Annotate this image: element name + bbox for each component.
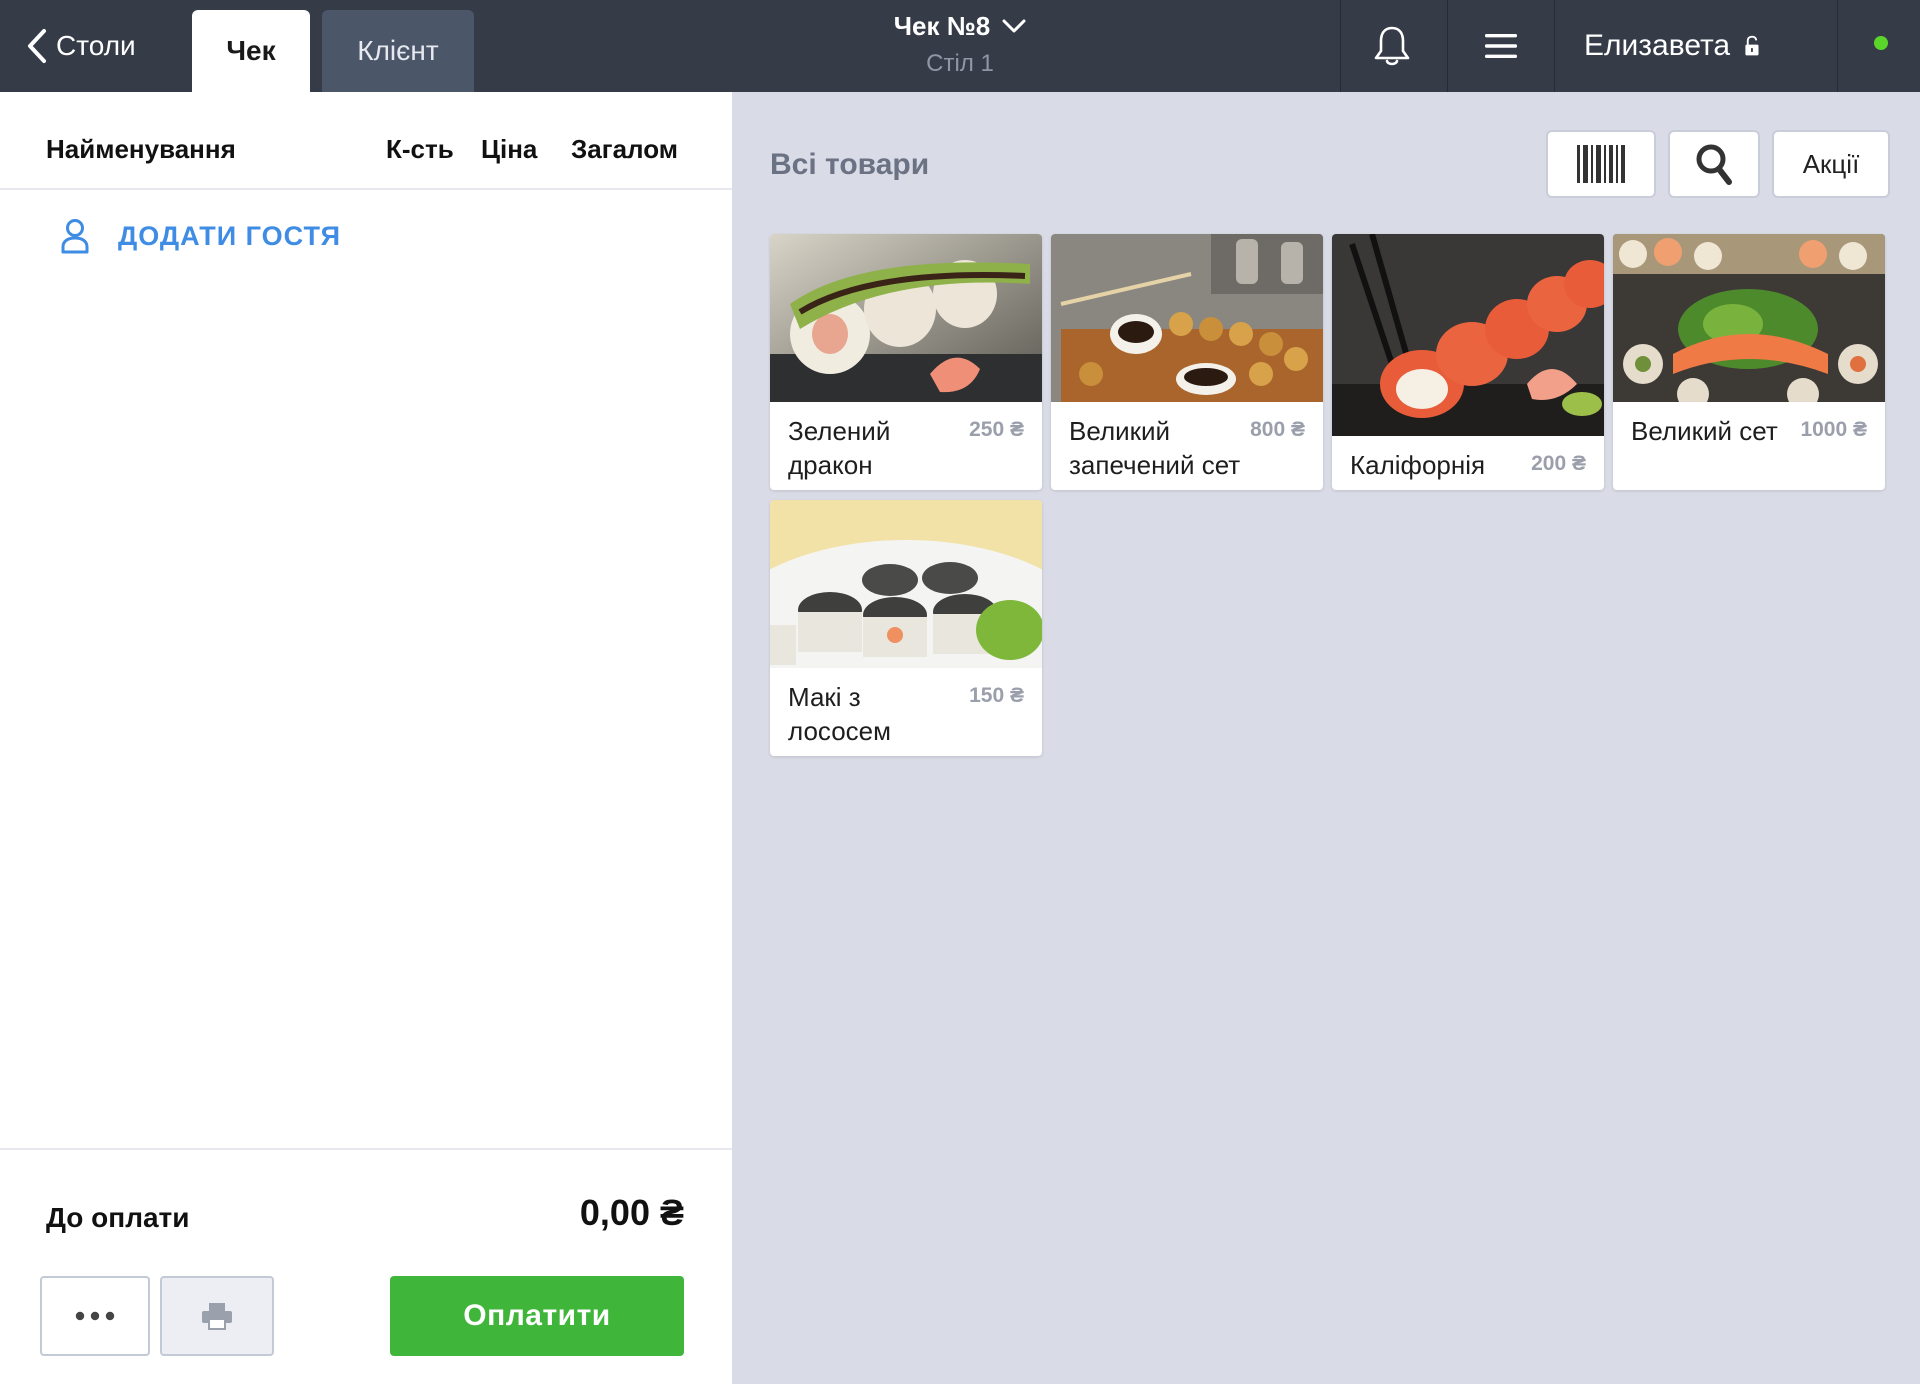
order-panel: Найменування К-сть Ціна Загалом ДОДАТИ Г…: [0, 92, 732, 1384]
barcode-scan-button[interactable]: [1546, 130, 1656, 198]
divider: [0, 188, 732, 190]
hamburger-menu-icon: [1485, 34, 1517, 58]
column-header-name: Найменування: [46, 134, 236, 164]
product-image: [770, 234, 1042, 402]
divider: [1837, 0, 1838, 92]
pay-button[interactable]: Оплатити: [390, 1276, 684, 1356]
unlocked-padlock-icon: [1745, 35, 1759, 56]
divider: [1447, 0, 1448, 92]
promotions-button[interactable]: Акції: [1772, 130, 1890, 198]
amount-due-label: До оплати: [46, 1202, 190, 1233]
column-header-qty: К-сть: [386, 134, 454, 164]
chevron-down-icon: [1002, 19, 1026, 33]
column-header-price: Ціна: [481, 134, 538, 164]
user-icon: [61, 219, 89, 254]
search-button[interactable]: [1668, 130, 1760, 198]
product-image: [1051, 234, 1323, 402]
chevron-left-icon: [28, 29, 46, 63]
product-price: 200 ₴: [1531, 452, 1586, 475]
product-image: [770, 500, 1042, 668]
amount-due-value: 0,00 ₴: [579, 1192, 684, 1233]
main-menu-button[interactable]: [1458, 0, 1544, 92]
top-bar: Столи Чек Клієнт Чек №8 Стіл 1 Елизавета: [0, 0, 1920, 92]
print-button[interactable]: [160, 1276, 274, 1356]
user-lock-button[interactable]: Елизавета: [1584, 0, 1760, 92]
online-status-indicator: [1874, 36, 1888, 50]
check-title: Чек №8: [893, 10, 991, 41]
tab-check[interactable]: Чек: [192, 10, 310, 92]
product-name: Великий запечений сет: [1069, 416, 1241, 480]
add-guest-label: ДОДАТИ ГОСТЯ: [118, 220, 341, 251]
bell-icon: [1374, 26, 1410, 66]
search-icon: [1696, 144, 1732, 185]
add-guest-button[interactable]: ДОДАТИ ГОСТЯ: [60, 218, 341, 254]
divider: [0, 1148, 732, 1150]
ellipsis-icon: [75, 1311, 115, 1321]
product-price: 1000 ₴: [1800, 418, 1867, 441]
printer-icon: [202, 1303, 232, 1330]
product-image: [1613, 234, 1885, 402]
product-price: 250 ₴: [969, 418, 1024, 441]
product-price: 150 ₴: [969, 684, 1024, 707]
product-image: [1332, 234, 1604, 436]
notifications-button[interactable]: [1350, 0, 1434, 92]
column-header-total: Загалом: [571, 134, 678, 164]
divider: [1340, 0, 1341, 92]
table-label: Стіл 1: [926, 50, 994, 77]
product-name: Зелений дракон: [788, 416, 891, 480]
product-name: Макі з лососем: [788, 682, 892, 746]
product-name: Каліфорнія: [1350, 450, 1486, 480]
product-card-california[interactable]: Каліфорнія 200 ₴: [1332, 234, 1604, 490]
product-price: 800 ₴: [1250, 418, 1305, 441]
user-name: Елизавета: [1584, 29, 1731, 62]
product-card-big-baked-set[interactable]: Великий запечений сет 800 ₴: [1051, 234, 1323, 490]
tab-client[interactable]: Клієнт: [322, 10, 474, 92]
product-card-big-set[interactable]: Великий сет 1000 ₴: [1613, 234, 1885, 490]
catalog-title: Всі товари: [770, 148, 930, 181]
back-to-tables-button[interactable]: Столи: [26, 26, 136, 66]
product-card-maki-salmon[interactable]: Макі з лососем 150 ₴: [770, 500, 1042, 756]
more-actions-button[interactable]: [40, 1276, 150, 1356]
barcode-icon: [1577, 145, 1625, 183]
back-label: Столи: [56, 30, 136, 61]
divider: [1554, 0, 1555, 92]
product-card-green-dragon[interactable]: Зелений дракон 250 ₴: [770, 234, 1042, 490]
check-selector[interactable]: Чек №8 Стіл 1: [860, 8, 1060, 78]
product-name: Великий сет: [1631, 416, 1778, 446]
